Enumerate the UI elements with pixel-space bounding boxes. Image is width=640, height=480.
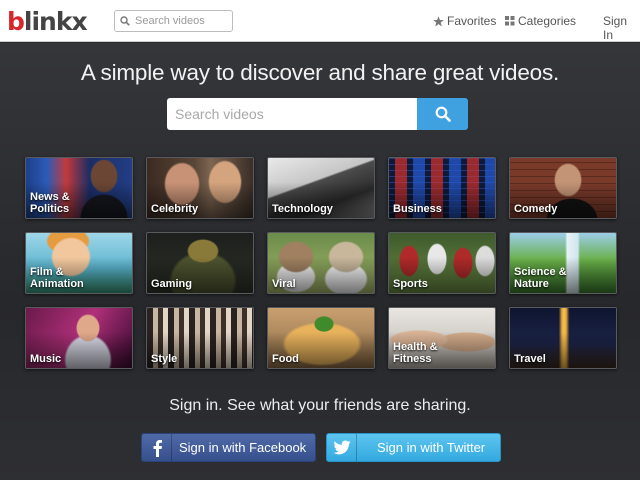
category-technology[interactable]: Technology <box>267 157 375 219</box>
page-headline: A simple way to discover and share great… <box>80 60 560 85</box>
main-search-input[interactable] <box>167 98 417 130</box>
category-label: Food <box>272 353 299 365</box>
category-label: Sports <box>393 278 428 290</box>
search-icon <box>435 106 451 122</box>
category-label: Music <box>30 353 62 365</box>
favorites-link[interactable]: Favorites <box>433 14 496 28</box>
category-health-fitness[interactable]: Health & Fitness <box>388 307 496 369</box>
header-search-input[interactable] <box>135 15 230 27</box>
star-icon <box>433 15 444 26</box>
logo-text: linkx <box>23 6 88 36</box>
category-label: Viral <box>272 278 296 290</box>
category-gaming[interactable]: Gaming <box>146 232 254 294</box>
category-comedy[interactable]: Comedy <box>509 157 617 219</box>
category-music[interactable]: Music <box>25 307 133 369</box>
category-label: News & Politics <box>30 191 70 215</box>
header-search[interactable] <box>114 10 233 32</box>
category-label: Business <box>393 203 442 215</box>
category-style[interactable]: Style <box>146 307 254 369</box>
twitter-icon <box>327 434 357 461</box>
favorites-label: Favorites <box>447 14 497 28</box>
logo-b: b <box>7 6 25 36</box>
twitter-signin-button[interactable]: Sign in with Twitter <box>326 433 501 462</box>
category-science-nature[interactable]: Science & Nature <box>509 232 617 294</box>
category-celebrity[interactable]: Celebrity <box>146 157 254 219</box>
category-label: Style <box>151 353 178 365</box>
top-header: blinkx Favorites Categories Sign In <box>0 0 640 42</box>
categories-label: Categories <box>518 14 577 28</box>
category-label: Science & Nature <box>514 266 567 290</box>
twitter-button-label: Sign in with Twitter <box>377 440 486 455</box>
grid-icon <box>505 16 515 26</box>
signin-prompt: Sign in. See what your friends are shari… <box>169 397 471 414</box>
blinkx-logo[interactable]: b linkx <box>7 6 88 36</box>
category-food[interactable]: Food <box>267 307 375 369</box>
categories-link[interactable]: Categories <box>505 14 576 28</box>
search-icon <box>120 16 130 26</box>
category-business[interactable]: Business <box>388 157 496 219</box>
facebook-button-label: Sign in with Facebook <box>179 440 307 455</box>
category-label: Travel <box>514 353 546 365</box>
facebook-signin-button[interactable]: Sign in with Facebook <box>141 433 316 462</box>
sign-in-link[interactable]: Sign In <box>603 14 640 42</box>
main-search-button[interactable] <box>417 98 468 130</box>
category-film-animation[interactable]: Film & Animation <box>25 232 133 294</box>
category-label: Comedy <box>514 203 558 215</box>
category-label: Celebrity <box>151 203 199 215</box>
facebook-icon <box>142 434 172 461</box>
category-label: Technology <box>272 203 333 215</box>
category-news-politics[interactable]: News & Politics <box>25 157 133 219</box>
category-label: Film & Animation <box>30 266 84 290</box>
main-search <box>167 98 468 130</box>
category-label: Health & Fitness <box>393 341 438 365</box>
category-sports[interactable]: Sports <box>388 232 496 294</box>
category-viral[interactable]: Viral <box>267 232 375 294</box>
category-label: Gaming <box>151 278 192 290</box>
main-area: A simple way to discover and share great… <box>0 43 640 480</box>
category-travel[interactable]: Travel <box>509 307 617 369</box>
